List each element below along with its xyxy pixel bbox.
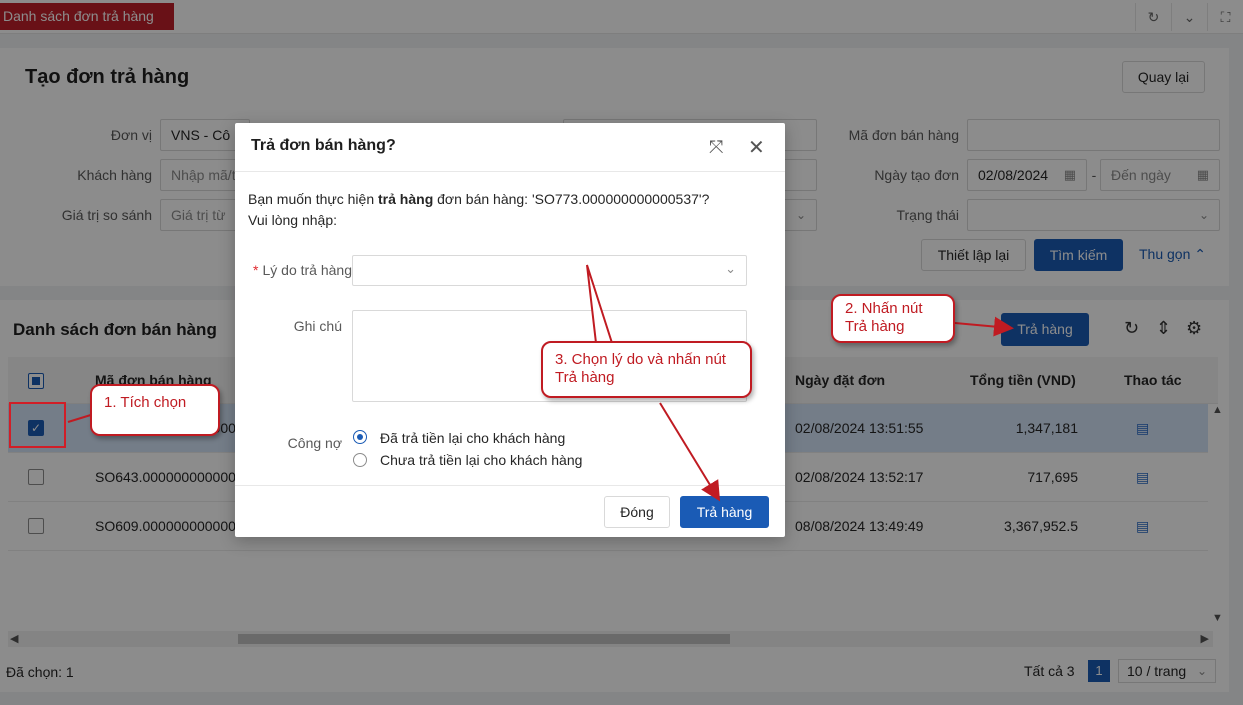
chevron-down-icon: ⌄ <box>725 261 736 276</box>
reason-label-text: Lý do trả hàng <box>262 262 352 278</box>
modal-title: Trả đơn bán hàng? <box>251 137 396 154</box>
close-button[interactable]: Đóng <box>604 496 670 528</box>
reason-label: * Lý do trả hàng <box>245 262 352 278</box>
debt-label: Công nợ <box>287 435 342 451</box>
checkbox-highlight <box>9 402 66 448</box>
close-icon[interactable]: ✕ <box>748 135 765 160</box>
msg-line2: Vui lòng nhập: <box>248 212 337 228</box>
return-order-modal: Trả đơn bán hàng? ⤧ ✕ Bạn muốn thực hiện… <box>235 123 785 537</box>
modal-header: Trả đơn bán hàng? ⤧ ✕ <box>235 123 785 172</box>
modal-footer: Đóng Trả hàng <box>235 485 785 537</box>
debt-radio-unpaid[interactable] <box>353 453 367 467</box>
expand-icon[interactable]: ⤧ <box>709 137 723 158</box>
msg-prefix: Bạn muốn thực hiện <box>248 191 379 207</box>
modal-message: Bạn muốn thực hiện trả hàng đơn bán hàng… <box>248 189 709 231</box>
note-label: Ghi chú <box>293 318 342 334</box>
callout-step2-line2: Trả hàng <box>845 318 905 335</box>
callout-step3-line2: Trả hàng <box>555 369 615 386</box>
callout-step3: 3. Chọn lý do và nhấn nút Trả hàng <box>541 341 752 398</box>
debt-radio-paid[interactable] <box>353 430 367 444</box>
msg-suffix: đơn bán hàng: 'SO773.000000000000537'? <box>433 191 710 207</box>
submit-return-button[interactable]: Trả hàng <box>680 496 769 528</box>
debt-option-paid[interactable]: Đã trả tiền lại cho khách hàng <box>380 430 565 446</box>
required-mark: * <box>253 262 259 278</box>
debt-option-unpaid[interactable]: Chưa trả tiền lại cho khách hàng <box>380 452 582 468</box>
callout-step2-line1: 2. Nhấn nút <box>845 300 923 317</box>
reason-select[interactable]: ⌄ <box>352 255 747 286</box>
callout-step3-line1: 3. Chọn lý do và nhấn nút <box>555 351 726 368</box>
callout-step2: 2. Nhấn nút Trả hàng <box>831 294 955 343</box>
callout-step1: 1. Tích chọn <box>90 384 220 436</box>
msg-bold: trả hàng <box>378 191 434 207</box>
